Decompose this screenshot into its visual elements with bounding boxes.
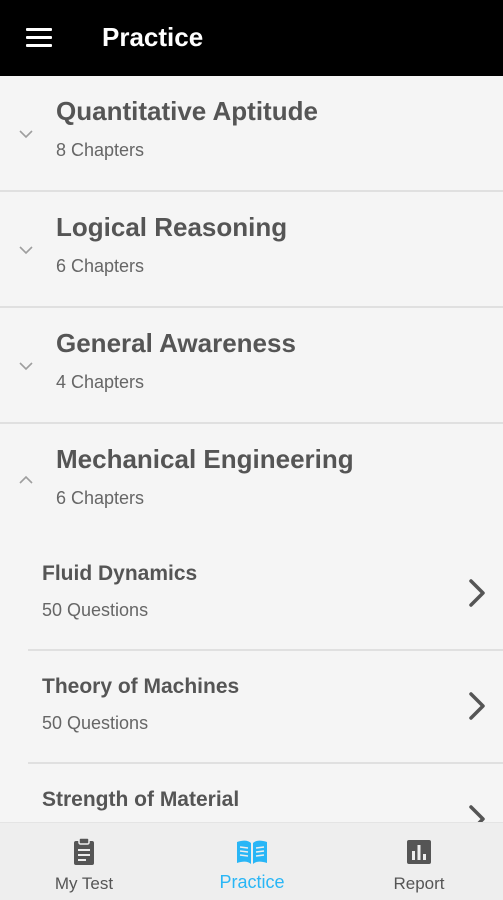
category-logical-reasoning[interactable]: Logical Reasoning 6 Chapters — [0, 192, 503, 308]
practice-list[interactable]: Quantitative Aptitude 8 Chapters Logical… — [0, 76, 503, 822]
bottom-navigation: My Test Practice Report — [0, 822, 503, 900]
chevron-right-icon — [467, 804, 487, 822]
menu-icon[interactable] — [26, 28, 54, 48]
category-title: Logical Reasoning — [56, 212, 288, 242]
category-mechanical-engineering[interactable]: Mechanical Engineering 6 Chapters — [0, 424, 503, 538]
category-chapter-count: 6 Chapters — [56, 256, 145, 276]
bar-chart-icon — [404, 837, 434, 867]
chapter-item-theory-of-machines[interactable]: Theory of Machines 50 Questions — [28, 651, 503, 764]
chevron-right-icon — [467, 578, 487, 608]
chapter-title: Fluid Dynamics — [42, 562, 198, 585]
category-title: General Awareness — [56, 328, 296, 358]
nav-label: My Test — [54, 874, 114, 893]
category-general-awareness[interactable]: General Awareness 4 Chapters — [0, 308, 503, 424]
nav-label: Practice — [219, 872, 285, 892]
chevron-right-icon — [467, 691, 487, 721]
nav-label: Report — [393, 874, 445, 893]
chapter-question-count: 50 Questions — [42, 713, 149, 733]
nav-report[interactable]: Report — [335, 823, 503, 900]
clipboard-icon — [69, 837, 99, 867]
chapter-question-count: 50 Questions — [42, 600, 149, 620]
chevron-down-icon — [18, 358, 34, 374]
page-title: Practice — [102, 22, 204, 52]
category-title: Mechanical Engineering — [56, 444, 354, 474]
chapter-item-strength-of-material[interactable]: Strength of Material — [28, 764, 503, 822]
chapter-title: Theory of Machines — [42, 675, 240, 698]
category-chapter-count: 6 Chapters — [56, 488, 145, 508]
category-title: Quantitative Aptitude — [56, 96, 318, 126]
chevron-up-icon — [18, 472, 34, 488]
app-bar: Practice — [0, 0, 503, 76]
book-icon — [235, 837, 269, 867]
chevron-down-icon — [18, 242, 34, 258]
category-quantitative-aptitude[interactable]: Quantitative Aptitude 8 Chapters — [0, 76, 503, 192]
category-chapter-count: 8 Chapters — [56, 140, 145, 160]
nav-my-test[interactable]: My Test — [0, 823, 168, 900]
category-chapter-count: 4 Chapters — [56, 372, 145, 392]
nav-practice[interactable]: Practice — [168, 823, 336, 900]
chevron-down-icon — [18, 126, 34, 142]
chapter-title: Strength of Material — [42, 788, 240, 811]
chapter-item-fluid-dynamics[interactable]: Fluid Dynamics 50 Questions — [28, 538, 503, 651]
